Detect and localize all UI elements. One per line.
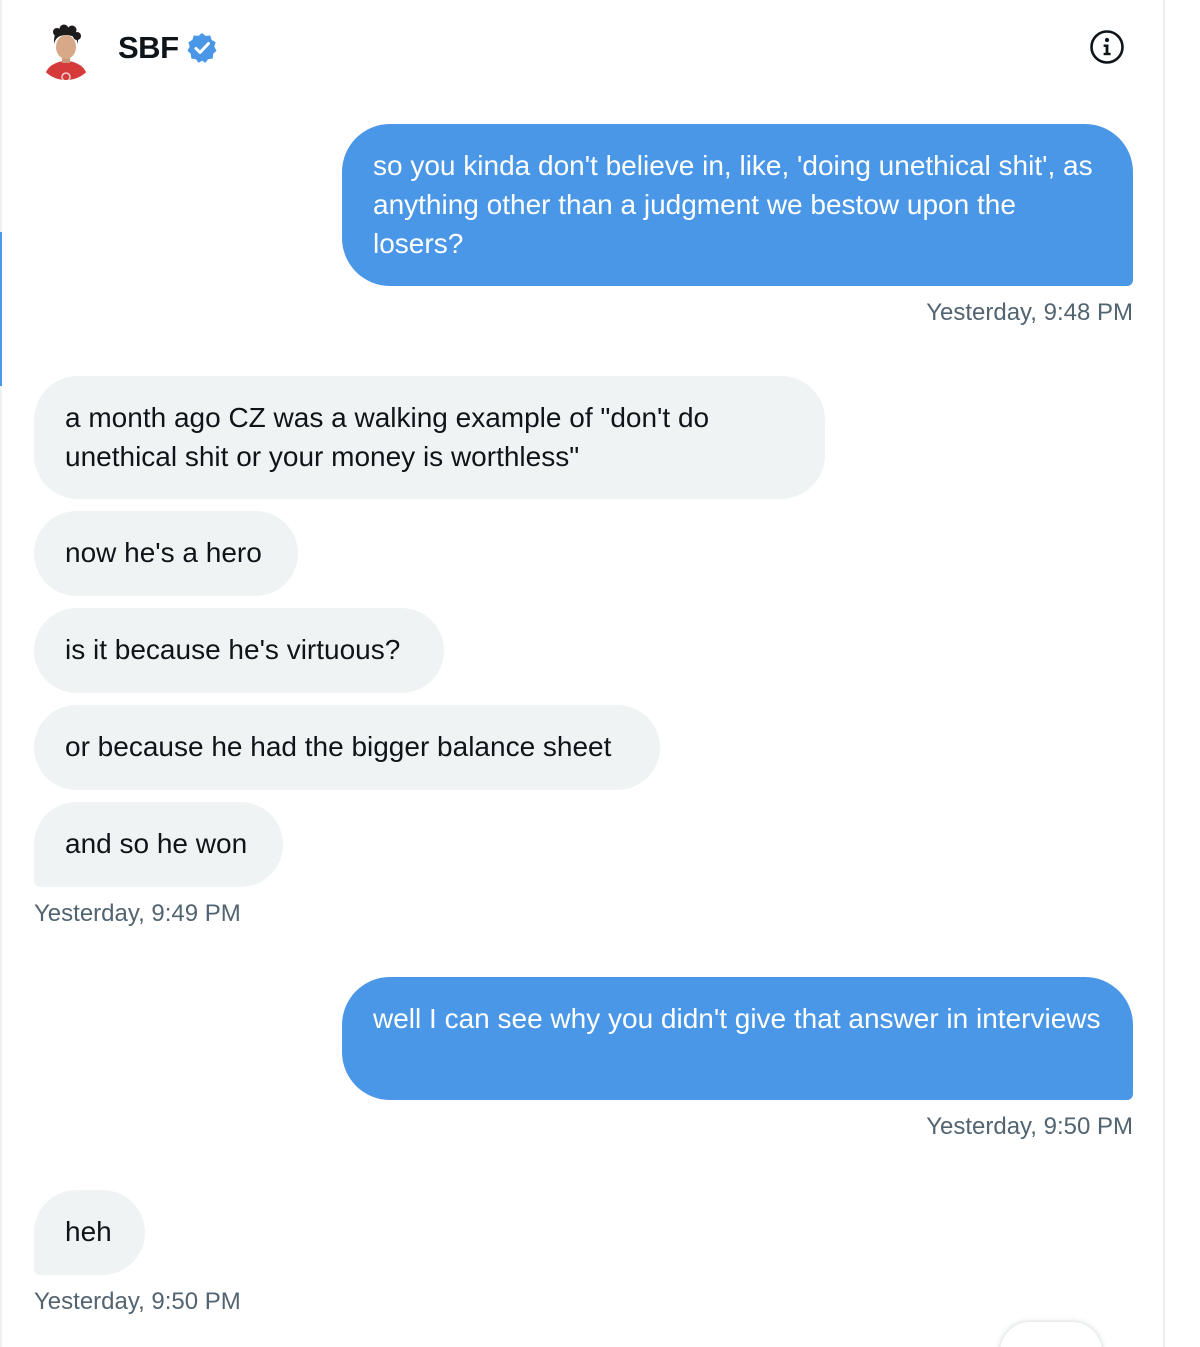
left-border: [0, 0, 2, 1347]
avatar[interactable]: [36, 20, 96, 80]
message-text: and so he won: [65, 828, 248, 859]
message-text: or because he had the bigger balance she…: [65, 731, 612, 762]
message-timestamp: Yesterday, 9:49 PM: [34, 900, 241, 927]
message-timestamp: Yesterday, 9:48 PM: [926, 299, 1133, 326]
name-row: SBF: [118, 28, 219, 68]
avatar-icon: [36, 20, 96, 80]
received-message-bubble[interactable]: is it because he's virtuous?: [34, 608, 444, 693]
info-button[interactable]: [1088, 28, 1126, 66]
sent-message-bubble[interactable]: well I can see why you didn't give that …: [342, 977, 1133, 1100]
dm-conversation: SBF so you kinda don't believe in, like,…: [0, 0, 1200, 1347]
message-timestamp: Yesterday, 9:50 PM: [926, 1113, 1133, 1140]
message-text: is it because he's virtuous?: [65, 634, 401, 665]
received-message-bubble[interactable]: a month ago CZ was a walking example of …: [34, 376, 825, 499]
message-text: heh: [65, 1216, 112, 1247]
scroll-to-bottom-button[interactable]: [1000, 1322, 1102, 1347]
received-message-bubble[interactable]: now he's a hero: [34, 511, 298, 596]
message-text: a month ago CZ was a walking example of …: [65, 402, 710, 472]
received-message-bubble[interactable]: heh: [34, 1190, 145, 1275]
message-text: well I can see why you didn't give that …: [373, 1003, 1101, 1034]
info-icon: [1090, 30, 1124, 64]
scroll-indicator: [0, 232, 2, 386]
message-text: so you kinda don't believe in, like, 'do…: [373, 150, 1093, 259]
contact-name[interactable]: SBF: [118, 30, 179, 66]
received-message-bubble[interactable]: and so he won: [34, 802, 283, 887]
message-text: now he's a hero: [65, 537, 262, 568]
received-message-bubble[interactable]: or because he had the bigger balance she…: [34, 705, 660, 790]
message-timestamp: Yesterday, 9:50 PM: [34, 1288, 241, 1315]
right-border: [1163, 0, 1165, 1347]
conversation-header: SBF: [0, 0, 1163, 100]
sent-message-bubble[interactable]: so you kinda don't believe in, like, 'do…: [342, 124, 1133, 286]
verified-badge-icon: [187, 33, 216, 63]
